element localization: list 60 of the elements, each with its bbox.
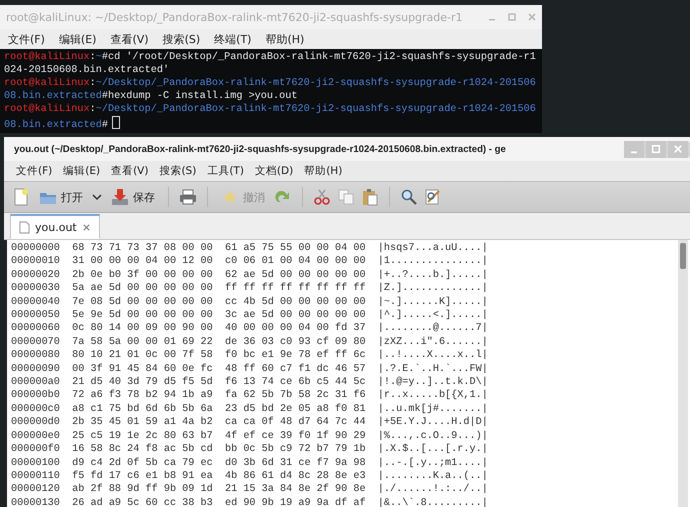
hexdump-line: 00000000 68 73 71 73 37 08 00 00 61 a5 75 55 00 00 04 00 |hsqs7...a.uU....| — [11, 242, 488, 256]
hexdump-line: 00000050 5e 9e 5d 00 00 00 00 00 3c ae 5d 00 00 00 00 00 |^.].....<.].....| — [11, 309, 488, 322]
hexdump-line: 00000090 00 3f 91 45 84 60 0e fc 48 ff 60 c7 f1 dc 46 57 |.?.E.`..H.`...FW| — [11, 362, 488, 376]
hexdump-line: 00000060 0c 80 14 00 09 00 90 00 40 00 00 00 04 00 fd 37 |........@......7| — [11, 322, 488, 336]
hexdump-line: 00000120 ab 2f 88 9d ff 9b 09 1d 21 15 3a 84 8e 2f 90 8e |./......!.:../..| — [11, 483, 488, 497]
menu-item[interactable]: 查看(V) — [111, 164, 148, 178]
scrollbar[interactable] — [678, 240, 688, 507]
download-arrow-icon — [111, 188, 129, 206]
menu-item[interactable]: 搜索(S) — [159, 164, 196, 178]
close-icon[interactable] — [668, 140, 688, 158]
hexdump-line: 00000010 31 00 00 00 04 00 12 00 c0 06 01 00 04 00 00 00 |1...............| — [11, 255, 488, 269]
menu-item[interactable]: 搜索(S) — [162, 32, 200, 46]
window-title: root@kaliLinux: ~/Desktop/_PandoraBox-ralink-mt7620-ji2-squashfs-sysupgrade-r1 — [6, 10, 464, 24]
menu-item[interactable]: 终端(T) — [214, 32, 252, 46]
hexdump-line: 00000040 7e 08 5d 00 00 00 00 00 cc 4b 5d 00 00 00 00 00 |~.]......K].....| — [11, 296, 488, 310]
hexdump-line: 00000080 80 10 21 01 0c 00 7f 58 f0 bc e1 9e 78 ef ff 6c |..!....X....x..l| — [11, 349, 488, 363]
menu-item[interactable]: 文件(F) — [8, 32, 45, 46]
terminal-line: root@kaliLinux:~/Desktop/_PandoraBox-ralink-mt7620-ji2-squashfs-sysupgrade-r1024-20150608.bin.extracted#hexdump -C install.img >you.out — [4, 78, 536, 102]
printer-icon[interactable] — [179, 188, 197, 206]
minimize-icon[interactable] — [624, 140, 644, 158]
document-icon — [19, 220, 30, 234]
hexdump-line: 00000070 7a 58 5a 00 00 01 69 22 de 36 03 c0 93 cf 09 80 |zXZ...i".6......| — [11, 336, 488, 350]
terminal-line: root@kaliLinux:~/Desktop/_PandoraBox-ralink-mt7620-ji2-squashfs-sysupgrade-r1024-20150608.bin.extracted# — [4, 104, 536, 131]
hexdump-line: 000000a0 21 d5 40 3d 79 d5 f5 5d f6 13 74 ce 6b c5 44 5c |!.@=y..]..t.k.D\| — [11, 376, 488, 390]
hexdump-line: 000000c0 a8 c1 75 bd 6d 6b 5b 6a 23 d5 bd 2e 05 a8 f0 81 |..u.mk[j#.......| — [11, 402, 488, 416]
hexdump-line: 00000130 26 ad a9 5c 60 cc 38 b3 ed 90 9b 19 a9 9a df af |&..\`.8.........| — [11, 496, 488, 507]
paste-icon[interactable] — [361, 188, 379, 206]
maximize-icon[interactable] — [506, 11, 518, 23]
menu-item[interactable]: 文件(F) — [16, 164, 52, 178]
open-button[interactable]: 打开 — [36, 186, 86, 208]
new-document-icon[interactable] — [12, 188, 30, 206]
close-icon[interactable] — [526, 11, 538, 23]
caret-icon[interactable] — [92, 192, 102, 202]
hexdump-line: 00000110 f5 fd 17 c6 e1 b8 91 ea 4b 86 61 d4 8c 28 8e e3 |........K.a..(..| — [11, 470, 488, 484]
menu-item[interactable]: 帮助(H) — [265, 32, 304, 46]
maximize-icon[interactable] — [646, 140, 666, 158]
copy-icon[interactable] — [337, 188, 355, 206]
hexdump-line: 000000d0 2b 35 45 01 59 a1 4a b2 ca ca 0f 48 d7 64 7c 44 |+5E.Y.J....H.d|D| — [11, 416, 488, 430]
menu-item[interactable]: 编辑(E) — [58, 32, 96, 46]
find-replace-icon[interactable] — [424, 188, 442, 206]
menu-item[interactable]: 文档(D) — [254, 164, 294, 178]
hexdump-line: 00000030 5a ae 5d 00 00 00 00 00 ff ff ff ff ff ff ff ff |Z.].............| — [11, 282, 488, 296]
hexdump-line: 000000f0 16 58 8c 24 f8 ac 5b cd bb 0c 5b c9 72 b7 79 1b |.X.$..[...[.r.y.| — [11, 443, 488, 456]
document-tab[interactable]: you.out — [10, 214, 100, 239]
hexdump-line: 000000e0 25 c5 19 1e 2c 80 63 b7 4f ef ce 39 f0 1f 90 29 |%...,.c.O..9...)| — [11, 430, 488, 444]
window-title: you.out (~/Desktop/_PandoraBox-ralink-mt7620-ji2-squashfs-sysupgrade-r1024-20150608.bin.extracted) - ge — [14, 144, 507, 154]
close-icon[interactable] — [82, 222, 91, 232]
save-button[interactable]: 保存 — [108, 186, 158, 208]
menu-item[interactable]: 工具(T) — [207, 164, 244, 178]
scissors-icon[interactable] — [313, 188, 331, 206]
tab-label: you.out — [35, 220, 77, 234]
menu-item[interactable]: 查看(V) — [110, 32, 149, 46]
hexdump-line: 000000b0 72 a6 f3 78 b2 94 1b a9 fa 62 5b 7b 58 2c 31 f6 |r..x.....b[{X,1.| — [11, 389, 488, 403]
menu-item[interactable]: 编辑(E) — [63, 164, 100, 178]
search-icon[interactable] — [400, 188, 418, 206]
star-icon — [221, 188, 239, 206]
hexdump-line: 00000100 d9 c4 2d 0f 5b ca 79 ec d0 3b 6d 31 ce f7 9a 98 |..-.[.y..;m1....| — [11, 456, 488, 470]
hexdump-line: 00000020 2b 0e b0 3f 00 00 00 00 62 ae 5d 00 00 00 00 00 |+..?....b.].....| — [11, 268, 488, 282]
menu-item[interactable]: 帮助(H) — [304, 164, 342, 178]
terminal-line: root@kaliLinux:~#cd '/root/Desktop/_PandoraBox-ralink-mt7620-ji2-squashfs-sysupgrade-r1024-20150608.bin.extracted' — [4, 52, 536, 76]
